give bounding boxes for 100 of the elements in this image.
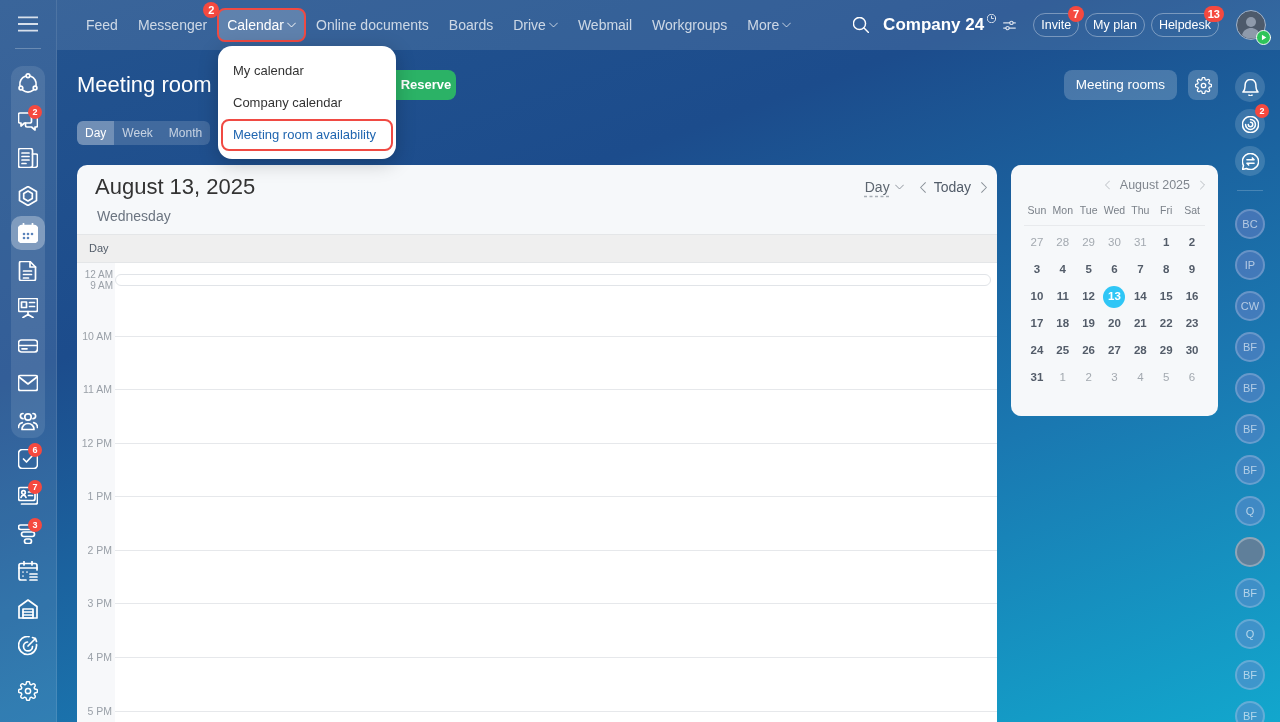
circle-dots-icon [18,73,38,93]
calendar-day[interactable]: 30 [1181,339,1204,362]
settings-button[interactable] [1188,70,1218,100]
calendar-day[interactable]: 1 [1051,366,1074,389]
calendar-day[interactable]: 27 [1103,339,1126,362]
calendar-day[interactable]: 6 [1181,366,1204,389]
calendar-day[interactable]: 30 [1103,231,1126,254]
contact-avatar[interactable]: BF [1235,414,1265,444]
menu-item[interactable]: Meeting room availability [221,119,393,151]
calendar-day[interactable]: 11 [1051,285,1074,308]
calendar-day[interactable]: 5 [1155,366,1178,389]
sidebar-button[interactable]: 7 [11,479,45,513]
calendar-day[interactable]: 31 [1129,231,1152,254]
calendar-day[interactable]: 18 [1051,312,1074,335]
calendar-day[interactable]: 27 [1025,231,1048,254]
calendar-day[interactable]: 5 [1077,258,1100,281]
counter-badge: 7 [1068,6,1085,22]
counter-badge: 7 [28,480,42,494]
calendar-day[interactable]: 22 [1155,312,1178,335]
calendar-day[interactable]: 20 [1103,312,1126,335]
view-select[interactable]: Day [864,176,904,198]
calendar-day[interactable]: 21 [1129,312,1152,335]
calendar-day[interactable]: 23 [1181,312,1204,335]
chevron-down-icon [894,184,904,190]
calendar-day[interactable]: 14 [1129,285,1152,308]
calendar-day[interactable]: 25 [1051,339,1074,362]
calendar-day[interactable]: 2 [1077,366,1100,389]
nav-tab[interactable]: Webmail [567,8,643,42]
counter-badge: 2 [1255,104,1269,118]
today-button[interactable]: Today [933,176,971,198]
calendar-day[interactable]: 16 [1181,285,1204,308]
calendar-day[interactable]: 4 [1051,258,1074,281]
contact-avatar[interactable]: BF [1235,455,1265,485]
calendar-list-icon [18,561,38,581]
newspaper-icon [18,148,38,168]
contact-avatar[interactable]: CW [1235,291,1265,321]
calendar-day[interactable]: 8 [1155,258,1178,281]
sidebar-button[interactable] [11,216,45,250]
nav-tab[interactable]: Feed [76,8,128,42]
nav-tab[interactable]: Calendar [217,8,306,42]
time-label: 12 AM [83,269,114,280]
weekday-label: Sun [1026,203,1048,218]
nav-tab[interactable]: Boards [438,8,504,42]
notifications-button[interactable] [1235,72,1265,102]
target-icon [18,636,38,656]
calendar-day[interactable]: 29 [1155,339,1178,362]
contact-avatar[interactable]: BF [1235,332,1265,362]
chevron-right-icon[interactable] [981,181,987,193]
menu-icon[interactable] [18,16,38,32]
people-icon [18,410,38,431]
calendar-day[interactable]: 17 [1025,312,1048,335]
sidebar-button[interactable]: 3 [11,516,45,551]
page-title: Meeting room [77,71,212,99]
nav-tab[interactable]: More [737,8,802,42]
view-tab[interactable]: Day [77,121,115,145]
menu-item[interactable]: Company calendar [221,87,393,119]
contact-avatar[interactable]: BC [1235,209,1265,239]
calendar-day[interactable]: 2 [1181,231,1204,254]
menu-item[interactable]: My calendar [221,55,393,87]
contact-avatar[interactable]: BF [1235,373,1265,403]
mail-icon [18,373,38,393]
chat-button[interactable] [1235,146,1265,176]
calendar-day[interactable]: 12 [1077,285,1100,308]
calendar-day[interactable]: 26 [1077,339,1100,362]
sidebar-button[interactable]: 6 [11,441,45,476]
search-icon[interactable] [853,17,870,33]
play-icon [1256,30,1271,45]
sliders-icon[interactable] [1003,19,1017,31]
nav-tab[interactable]: Workgroups [642,8,738,42]
nav-tab[interactable]: Online documents [306,8,439,42]
sidebar-button[interactable]: 2 [11,103,45,138]
view-tab[interactable]: Month [160,121,211,145]
calendar-day[interactable]: 19 [1077,312,1100,335]
clock-icon [987,14,997,23]
garage-icon [18,598,38,619]
meeting-rooms-button[interactable]: Meeting rooms [1063,70,1177,100]
contact-avatar[interactable]: IP [1235,250,1265,280]
calendar-day[interactable]: 3 [1103,366,1126,389]
calendar-day[interactable]: 3 [1025,258,1048,281]
view-tab[interactable]: Week [114,121,161,145]
swirl-icon [1241,115,1259,133]
contact-avatar[interactable]: Q [1235,496,1265,526]
calendar-day[interactable]: 7 [1129,258,1152,281]
calendar-day[interactable]: 29 [1077,231,1100,254]
activity-button[interactable] [1235,109,1265,139]
calendar-day[interactable]: 1 [1155,231,1178,254]
calendar-day[interactable]: 28 [1129,339,1152,362]
chevron-left-icon[interactable] [919,181,926,193]
hexagon-icon [18,185,38,206]
counter-badge: 2 [28,104,42,119]
calendar-day[interactable]: 10 [1025,285,1048,308]
calendar-day[interactable]: 31 [1025,366,1048,389]
reserve-button[interactable]: Reserve [396,70,456,100]
calendar-day[interactable]: 9 [1181,258,1204,281]
nav-tab[interactable]: Drive [503,8,568,42]
settings-icon[interactable] [18,681,38,701]
calendar-day[interactable]: 6 [1103,258,1126,281]
calendar-day[interactable]: 28 [1051,231,1074,254]
calendar-day[interactable]: 15 [1155,285,1178,308]
calendar-day[interactable]: 24 [1025,339,1048,362]
